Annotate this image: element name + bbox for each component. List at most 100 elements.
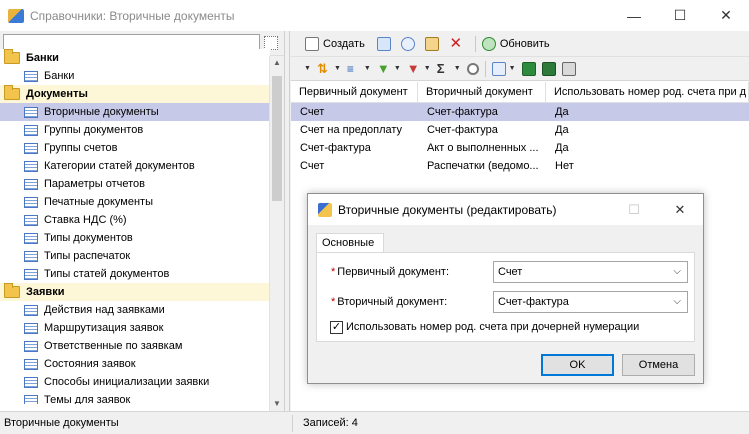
copy-button[interactable] [376, 36, 395, 51]
clear-filter-icon[interactable]: ▼ [407, 61, 421, 76]
filter-icon[interactable]: ▼ [377, 61, 391, 76]
tree-item[interactable]: Состояния заявок [0, 355, 270, 373]
list-icon [24, 394, 38, 404]
table-row[interactable]: Счет Счет-фактура Да [291, 103, 749, 121]
tab-main-panel: * Первичный документ: Счет ⌵ * Вторичный… [316, 252, 695, 342]
secondary-document-select[interactable]: Счет-фактура ⌵ [493, 291, 688, 313]
chevron-down-icon[interactable]: ▼ [334, 65, 341, 72]
chevron-down-icon[interactable]: ▼ [304, 65, 311, 72]
required-marker: * [331, 266, 336, 278]
tree-item[interactable]: Типы распечаток [0, 247, 270, 265]
tree-group[interactable]: Банки [0, 49, 270, 67]
column-header-primary[interactable]: Первичный документ [291, 82, 418, 102]
create-button[interactable]: Создать [305, 36, 371, 51]
tree-item[interactable]: Банки [0, 67, 270, 85]
primary-document-select[interactable]: Счет ⌵ [493, 261, 688, 283]
list-icon [24, 250, 38, 262]
grid-toolbar: ▼ ⇅ ▼ ≡ ▼ ▼ ▼ ▼ ▼ Σ ▼ ▼ [291, 57, 749, 96]
list-icon [24, 178, 38, 190]
view-button[interactable] [400, 36, 419, 51]
folder-icon [4, 283, 20, 298]
list-icon [24, 340, 38, 352]
tree-item[interactable]: Ответственные по заявкам [0, 337, 270, 355]
scroll-down-icon[interactable]: ▼ [270, 397, 284, 411]
tree-item[interactable]: Группы документов [0, 121, 270, 139]
chevron-down-icon[interactable]: ▼ [394, 65, 401, 72]
search-icon[interactable] [466, 62, 479, 75]
tree-item-label: Типы распечаток [44, 250, 131, 262]
dialog-close-button[interactable]: ✕ [657, 194, 703, 225]
cancel-button[interactable]: Отмена [622, 354, 695, 376]
close-button[interactable]: ✕ [703, 0, 749, 31]
tree-panel: Банки Банки Документы Вторичные документы Гр… [0, 31, 285, 411]
dialog-title-bar: Вторичные документы (редактировать) ☐ ✕ [308, 194, 703, 225]
tree-item[interactable]: Ставка НДС (%) [0, 211, 270, 229]
dialog-title: Вторичные документы (редактировать) [338, 202, 557, 217]
status-divider [292, 415, 293, 432]
tree-item[interactable]: Действия над заявками [0, 301, 270, 319]
search-options-button[interactable] [264, 36, 278, 50]
sort-icon[interactable]: ⇅ [317, 61, 331, 76]
list-icon [24, 268, 38, 280]
tree-item[interactable]: Типы статей документов [0, 265, 270, 283]
scroll-thumb[interactable] [272, 76, 282, 201]
tree-item[interactable]: Способы инициализации заявки [0, 373, 270, 391]
title-bar: Справочники: Вторичные документы — ☐ ✕ [0, 0, 749, 31]
maximize-button[interactable]: ☐ [657, 0, 703, 31]
tree-item[interactable]: Группы счетов [0, 139, 270, 157]
table-row[interactable]: Счет Распечатки (ведомо... Нет [291, 157, 749, 175]
table-row[interactable]: Счет-фактура Акт о выполненных ... Да [291, 139, 749, 157]
minimize-button[interactable]: — [611, 0, 657, 31]
new-document-icon [305, 36, 319, 51]
refresh-icon [481, 36, 496, 51]
secondary-document-label: Вторичный документ: [337, 296, 448, 308]
list-icon [24, 376, 38, 388]
sum-icon[interactable]: Σ [437, 61, 451, 76]
chevron-down-icon: ⌵ [673, 296, 681, 307]
tree-item[interactable]: Темы для заявок [0, 391, 270, 404]
use-parent-number-label[interactable]: Использовать номер род. счета при дочерн… [346, 321, 639, 333]
tree-item[interactable]: Типы документов [0, 229, 270, 247]
column-header-secondary[interactable]: Вторичный документ [418, 82, 546, 102]
tree-item[interactable]: Вторичные документы [0, 103, 270, 121]
chevron-down-icon[interactable]: ▼ [364, 65, 371, 72]
tree-item[interactable]: Параметры отчетов [0, 175, 270, 193]
pencil-icon [318, 202, 332, 217]
excel-icon[interactable] [521, 61, 536, 76]
grouping-icon[interactable]: ≡ [347, 62, 361, 76]
tree-item[interactable]: Печатные документы [0, 193, 270, 211]
tree-item-label: Ставка НДС (%) [44, 214, 127, 226]
use-parent-number-checkbox[interactable]: ✓ [330, 320, 343, 334]
tree-item[interactable]: Категории статей документов [0, 157, 270, 175]
panel-splitter[interactable] [286, 31, 290, 411]
refresh-button[interactable]: Обновить [481, 36, 556, 51]
tab-main[interactable]: Основные [316, 233, 384, 253]
list-icon [24, 160, 38, 172]
primary-field-row: * Первичный документ: [331, 262, 449, 282]
tree-item-label: Темы для заявок [44, 394, 131, 404]
folder-icon [4, 85, 20, 100]
status-current-section: Вторичные документы [4, 417, 119, 429]
list-icon [24, 142, 38, 154]
tree-group[interactable]: Документы [0, 85, 270, 103]
column-header-use-parent-number[interactable]: Использовать номер род. счета при д [546, 82, 749, 102]
ok-button[interactable]: OK [541, 354, 614, 376]
chevron-down-icon[interactable]: ▼ [509, 65, 516, 72]
tree-item-label: Параметры отчетов [44, 178, 145, 190]
save-icon[interactable] [541, 61, 556, 76]
export-icon[interactable] [491, 61, 506, 76]
grid-header: Первичный документ Вторичный документ Ис… [291, 82, 749, 103]
view-icon [400, 36, 415, 51]
table-row[interactable]: Счет на предоплату Счет-фактура Да [291, 121, 749, 139]
tree-scrollbar[interactable]: ▲ ▼ [269, 56, 284, 411]
delete-button[interactable]: ✕ [449, 34, 467, 52]
print-icon[interactable] [561, 61, 576, 76]
tree-group[interactable]: Заявки [0, 283, 270, 301]
dialog-maximize-button[interactable]: ☐ [611, 194, 657, 225]
chevron-down-icon[interactable]: ▼ [424, 65, 431, 72]
chevron-down-icon[interactable]: ▼ [454, 65, 461, 72]
edit-button[interactable] [424, 36, 443, 51]
delete-icon: ✕ [449, 34, 463, 52]
scroll-up-icon[interactable]: ▲ [270, 56, 284, 70]
tree-item[interactable]: Маршрутизация заявок [0, 319, 270, 337]
